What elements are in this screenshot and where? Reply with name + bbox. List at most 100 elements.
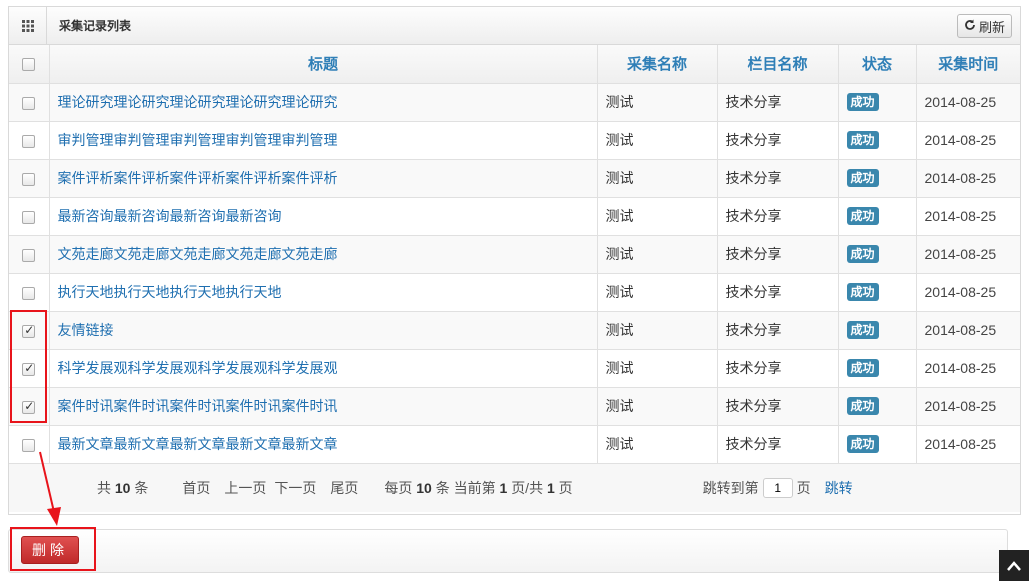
table-row: 审判管理审判管理审判管理审判管理审判管理 测试 技术分享 成功 2014-08-… [9, 121, 1020, 160]
row-collect-name: 测试 [597, 273, 718, 312]
table-row: 最新咨询最新咨询最新咨询最新咨询 测试 技术分享 成功 2014-08-25 [9, 197, 1020, 236]
total-count-text: 共 10 条 [97, 479, 149, 496]
column-header-time[interactable]: 采集时间 [916, 45, 1020, 84]
row-collect-name: 测试 [597, 311, 718, 350]
row-checkbox[interactable] [22, 134, 36, 148]
status-badge: 成功 [846, 93, 879, 111]
select-all-checkbox[interactable] [22, 57, 36, 71]
row-time: 2014-08-25 [916, 311, 1020, 350]
row-checkbox[interactable] [22, 210, 36, 224]
status-badge: 成功 [846, 245, 879, 263]
row-column-name: 技术分享 [717, 121, 839, 160]
refresh-icon [964, 19, 976, 34]
row-checkbox[interactable] [22, 96, 36, 110]
panel-title: 采集记录列表 [59, 19, 132, 33]
row-collect-name: 测试 [597, 387, 718, 426]
table-row: 理论研究理论研究理论研究理论研究理论研究 测试 技术分享 成功 2014-08-… [9, 83, 1020, 122]
column-header-title[interactable]: 标题 [49, 45, 598, 84]
row-collect-name: 测试 [597, 235, 718, 274]
row-collect-name: 测试 [597, 349, 718, 388]
status-badge: 成功 [846, 359, 879, 377]
row-collect-name: 测试 [597, 121, 718, 160]
row-title-link[interactable]: 理论研究理论研究理论研究理论研究理论研究 [58, 94, 338, 110]
row-title-link[interactable]: 友情链接 [58, 322, 114, 338]
table-row: 执行天地执行天地执行天地执行天地 测试 技术分享 成功 2014-08-25 [9, 273, 1020, 312]
row-column-name: 技术分享 [717, 159, 839, 198]
first-page-link[interactable]: 首页 [182, 478, 210, 498]
row-checkbox[interactable] [22, 438, 36, 452]
row-column-name: 技术分享 [717, 387, 839, 426]
panel-header: 采集记录列表 刷新 [9, 7, 1020, 45]
refresh-button[interactable]: 刷新 [956, 14, 1012, 38]
row-title-link[interactable]: 案件时讯案件时讯案件时讯案件时讯案件时讯 [58, 398, 338, 414]
records-table: 标题 采集名称 栏目名称 状态 采集时间 理论研究理论研究理论研究理论研究理论研… [9, 45, 1020, 464]
refresh-label: 刷新 [978, 19, 1005, 35]
row-title-link[interactable]: 科学发展观科学发展观科学发展观科学发展观 [58, 360, 338, 376]
status-badge: 成功 [846, 397, 879, 415]
row-time: 2014-08-25 [916, 387, 1020, 426]
row-time: 2014-08-25 [916, 425, 1020, 464]
row-checkbox[interactable] [22, 248, 36, 262]
row-column-name: 技术分享 [717, 349, 839, 388]
row-column-name: 技术分享 [717, 425, 839, 464]
row-column-name: 技术分享 [717, 311, 839, 350]
row-collect-name: 测试 [597, 197, 718, 236]
table-header-row: 标题 采集名称 栏目名称 状态 采集时间 [9, 45, 1020, 84]
collection-records-panel: 采集记录列表 刷新 标题 采集名称 栏目名称 状态 采集时间 理论研究理论研究理… [8, 6, 1021, 515]
row-title-link[interactable]: 审判管理审判管理审判管理审判管理审判管理 [58, 132, 338, 148]
row-checkbox[interactable] [22, 286, 36, 300]
row-time: 2014-08-25 [916, 83, 1020, 122]
row-title-link[interactable]: 执行天地执行天地执行天地执行天地 [58, 284, 282, 300]
checkbox-highlight-box [10, 310, 47, 423]
table-row: 案件评析案件评析案件评析案件评析案件评析 测试 技术分享 成功 2014-08-… [9, 159, 1020, 198]
jump-prefix: 跳转到第 [702, 479, 759, 496]
column-header-status[interactable]: 状态 [838, 45, 917, 84]
status-badge: 成功 [846, 131, 879, 149]
row-collect-name: 测试 [597, 425, 718, 464]
last-page-link[interactable]: 尾页 [330, 478, 358, 498]
row-column-name: 技术分享 [717, 235, 839, 274]
row-collect-name: 测试 [597, 159, 718, 198]
row-time: 2014-08-25 [916, 159, 1020, 198]
row-time: 2014-08-25 [916, 121, 1020, 160]
next-page-link[interactable]: 下一页 [274, 478, 316, 498]
row-time: 2014-08-25 [916, 349, 1020, 388]
column-header-collect-name[interactable]: 采集名称 [597, 45, 718, 84]
action-bar [8, 529, 1008, 573]
grid-icon [9, 7, 47, 44]
jump-page-input[interactable] [762, 477, 793, 498]
row-title-link[interactable]: 案件评析案件评析案件评析案件评析案件评析 [58, 170, 338, 186]
status-badge: 成功 [846, 169, 879, 187]
chevron-up-icon [1007, 558, 1021, 574]
table-body: 理论研究理论研究理论研究理论研究理论研究 测试 技术分享 成功 2014-08-… [9, 83, 1020, 464]
row-title-link[interactable]: 最新咨询最新咨询最新咨询最新咨询 [58, 208, 282, 224]
jump-suffix: 页 [796, 479, 811, 496]
delete-highlight-box [10, 527, 96, 571]
prev-page-link[interactable]: 上一页 [224, 478, 266, 498]
row-time: 2014-08-25 [916, 273, 1020, 312]
row-column-name: 技术分享 [717, 83, 839, 122]
status-badge: 成功 [846, 435, 879, 453]
table-row: 友情链接 测试 技术分享 成功 2014-08-25 [9, 311, 1020, 350]
status-badge: 成功 [846, 283, 879, 301]
table-row: 最新文章最新文章最新文章最新文章最新文章 测试 技术分享 成功 2014-08-… [9, 425, 1020, 464]
row-title-link[interactable]: 最新文章最新文章最新文章最新文章最新文章 [58, 436, 338, 452]
jump-button[interactable]: 跳转 [825, 478, 853, 498]
pagination-bar: 共 10 条 首页 上一页 下一页 尾页 每页 10 条 当前第 1 页/共 1… [9, 463, 1020, 512]
table-row: 文苑走廊文苑走廊文苑走廊文苑走廊文苑走廊 测试 技术分享 成功 2014-08-… [9, 235, 1020, 274]
row-collect-name: 测试 [597, 83, 718, 122]
row-time: 2014-08-25 [916, 235, 1020, 274]
column-header-column-name[interactable]: 栏目名称 [717, 45, 839, 84]
row-checkbox[interactable] [22, 172, 36, 186]
row-title-link[interactable]: 文苑走廊文苑走廊文苑走廊文苑走廊文苑走廊 [58, 246, 338, 262]
row-column-name: 技术分享 [717, 273, 839, 312]
row-column-name: 技术分享 [717, 197, 839, 236]
table-row: 案件时讯案件时讯案件时讯案件时讯案件时讯 测试 技术分享 成功 2014-08-… [9, 387, 1020, 426]
select-all-cell [9, 45, 50, 84]
page-info-text: 每页 10 条 当前第 1 页/共 1 页 [384, 479, 573, 496]
table-row: 科学发展观科学发展观科学发展观科学发展观 测试 技术分享 成功 2014-08-… [9, 349, 1020, 388]
status-badge: 成功 [846, 321, 879, 339]
row-time: 2014-08-25 [916, 197, 1020, 236]
scroll-to-top-button[interactable] [999, 550, 1029, 581]
status-badge: 成功 [846, 207, 879, 225]
